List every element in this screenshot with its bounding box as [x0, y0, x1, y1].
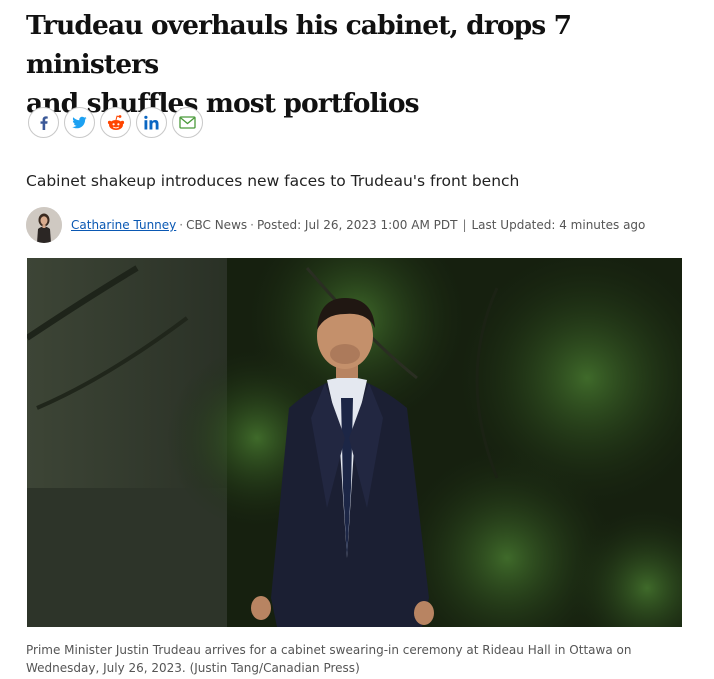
- reddit-icon: [107, 114, 124, 130]
- article-headline: Trudeau overhauls his cabinet, drops 7 m…: [26, 6, 706, 123]
- byline-posted: Posted: Jul 26, 2023 1:00 AM PDT: [256, 218, 458, 232]
- byline: Catharine Tunney · CBC News · Posted: Ju…: [26, 207, 645, 243]
- share-reddit-button[interactable]: [100, 107, 131, 138]
- share-linkedin-button[interactable]: [136, 107, 167, 138]
- headline-line-1: Trudeau overhauls his cabinet, drops 7 m…: [26, 10, 572, 80]
- caption-line-1: Prime Minister Justin Trudeau arrives fo…: [26, 643, 632, 657]
- lead-photo: [27, 258, 682, 627]
- byline-dot-separator: ·: [250, 218, 254, 232]
- photo-caption: Prime Minister Justin Trudeau arrives fo…: [26, 641, 666, 677]
- author-avatar[interactable]: [26, 207, 62, 243]
- byline-divider: |: [462, 218, 467, 232]
- share-email-button[interactable]: [172, 107, 203, 138]
- linkedin-icon: [143, 115, 158, 129]
- share-bar: [28, 107, 203, 138]
- byline-updated: Last Updated: 4 minutes ago: [471, 218, 646, 232]
- author-link[interactable]: Catharine Tunney: [71, 218, 176, 232]
- twitter-icon: [72, 116, 87, 129]
- share-twitter-button[interactable]: [64, 107, 95, 138]
- caption-line-2: Wednesday, July 26, 2023. (Justin Tang/C…: [26, 661, 360, 675]
- email-icon: [179, 116, 196, 129]
- byline-dot-separator: ·: [179, 218, 184, 232]
- share-facebook-button[interactable]: [28, 107, 59, 138]
- facebook-icon: [40, 115, 48, 130]
- article-deck: Cabinet shakeup introduces new faces to …: [26, 172, 520, 190]
- byline-source: CBC News: [186, 218, 248, 232]
